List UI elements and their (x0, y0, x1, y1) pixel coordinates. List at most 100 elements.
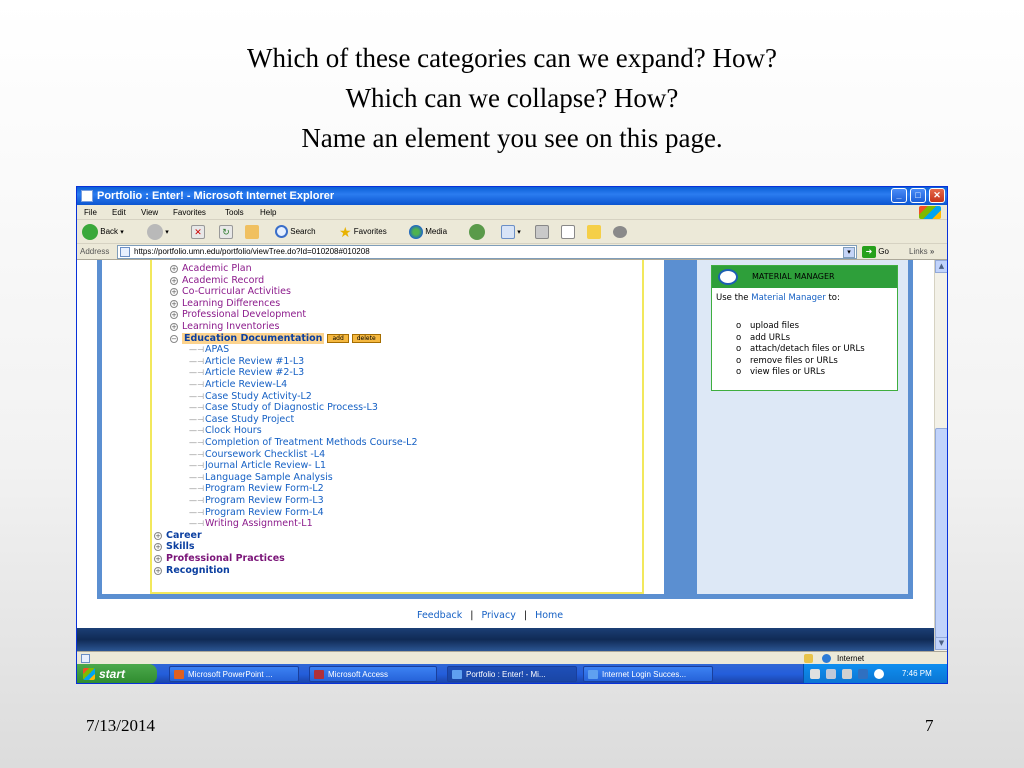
tree-category-expanded[interactable]: − Education Documentation add delete (170, 332, 381, 344)
tree-item-label[interactable]: Recognition (166, 565, 230, 576)
privacy-link[interactable]: Privacy (481, 610, 515, 621)
mail-button[interactable]: ▾ (501, 223, 521, 241)
tree-leaf[interactable]: —⊣Case Study Project (189, 414, 294, 425)
scroll-thumb[interactable] (935, 428, 947, 638)
task-powerpoint[interactable]: Microsoft PowerPoint ... (169, 666, 299, 682)
tree-category[interactable]: + Learning Inventories (170, 321, 279, 332)
tray-pen-icon[interactable] (810, 669, 820, 679)
home-button[interactable] (245, 223, 259, 241)
menu-edit[interactable]: Edit (112, 205, 126, 220)
tree-category[interactable]: + Recognition (154, 565, 230, 576)
tree-leaf[interactable]: —⊣Writing Assignment-L1 (189, 518, 313, 529)
task-portfolio[interactable]: Portfolio : Enter! - Mi... (447, 666, 577, 682)
feedback-link[interactable]: Feedback (417, 610, 462, 621)
tree-leaf[interactable]: —⊣Case Study Activity-L2 (189, 391, 312, 402)
tree-leaf-label[interactable]: Program Review Form-L2 (205, 483, 324, 494)
tree-leaf[interactable]: —⊣Program Review Form-L2 (189, 483, 324, 494)
tree-leaf-label[interactable]: Clock Hours (205, 425, 262, 436)
minimize-button[interactable]: _ (891, 188, 907, 203)
menu-tools[interactable]: Tools (225, 205, 244, 220)
tray-printer-icon[interactable] (842, 669, 852, 679)
address-input[interactable]: https://portfolio.umn.edu/portfolio/view… (117, 245, 857, 259)
tree-leaf[interactable]: —⊣Program Review Form-L3 (189, 495, 324, 506)
collapse-icon[interactable]: − (170, 334, 178, 343)
menu-file[interactable]: File (84, 205, 97, 220)
tree-item-label[interactable]: Career (166, 530, 202, 541)
tree-category[interactable]: + Professional Practices (154, 553, 285, 564)
stop-button[interactable]: ✕ (191, 223, 205, 241)
expand-icon[interactable]: + (154, 531, 162, 540)
tree-leaf[interactable]: —⊣Language Sample Analysis (189, 472, 333, 483)
tree-leaf[interactable]: —⊣Clock Hours (189, 425, 262, 436)
tree-leaf-label[interactable]: Completion of Treatment Methods Course-L… (205, 437, 418, 448)
tree-leaf[interactable]: —⊣Journal Article Review- L1 (189, 460, 326, 471)
expand-icon[interactable]: + (170, 288, 178, 297)
tree-item-label[interactable]: Learning Differences (182, 298, 280, 309)
task-internet-login[interactable]: Internet Login Succes... (583, 666, 713, 682)
maximize-button[interactable]: □ (910, 188, 926, 203)
tree-category[interactable]: + Academic Plan (170, 263, 252, 274)
tray-volume-icon[interactable] (874, 669, 884, 679)
refresh-button[interactable]: ↻ (219, 223, 233, 241)
tree-leaf[interactable]: —⊣Coursework Checklist -L4 (189, 449, 325, 460)
tree-leaf[interactable]: —⊣APAS (189, 344, 229, 355)
expand-icon[interactable]: + (154, 566, 162, 575)
go-button[interactable]: ➜ Go (862, 244, 889, 260)
tree-leaf-label[interactable]: Journal Article Review- L1 (205, 460, 326, 471)
expand-icon[interactable]: + (170, 265, 178, 273)
tree-leaf[interactable]: —⊣Article Review #1-L3 (189, 356, 304, 367)
expand-icon[interactable]: + (170, 299, 178, 308)
print-button[interactable] (535, 223, 549, 241)
tree-leaf-label[interactable]: Case Study Activity-L2 (205, 391, 312, 402)
tree-category[interactable]: + Professional Development (170, 309, 306, 320)
tree-leaf-label[interactable]: Writing Assignment-L1 (205, 518, 313, 529)
tree-category[interactable]: + Career (154, 530, 202, 541)
favorites-button[interactable]: ★ Favorites (339, 223, 387, 241)
close-button[interactable]: ✕ (929, 188, 945, 203)
menu-view[interactable]: View (141, 205, 158, 220)
expand-icon[interactable]: + (154, 555, 162, 563)
messenger-button[interactable] (613, 223, 627, 241)
tree-item-label[interactable]: Professional Practices (166, 553, 285, 564)
tree-category[interactable]: + Learning Differences (170, 298, 280, 309)
tree-leaf-label[interactable]: APAS (205, 344, 229, 355)
tree-leaf-label[interactable]: Article Review #1-L3 (205, 356, 304, 367)
vertical-scrollbar[interactable]: ▲ ▼ (934, 260, 947, 651)
title-bar[interactable]: Portfolio : Enter! - Microsoft Internet … (77, 187, 947, 205)
add-button[interactable]: add (327, 333, 349, 343)
home-link[interactable]: Home (535, 610, 563, 621)
menu-favorites[interactable]: Favorites (173, 205, 206, 220)
folder-button[interactable] (587, 223, 601, 241)
back-button[interactable]: Back ▾ (82, 223, 124, 241)
tree-item-label[interactable]: Co-Curricular Activities (182, 286, 291, 297)
tree-item-label[interactable]: Professional Development (182, 309, 306, 320)
tree-leaf-label[interactable]: Coursework Checklist -L4 (205, 449, 325, 460)
history-button[interactable] (469, 223, 485, 241)
tree-item-label[interactable]: Academic Record (182, 275, 264, 286)
tree-leaf-label[interactable]: Article Review-L4 (205, 379, 287, 390)
tree-leaf[interactable]: —⊣Article Review #2-L3 (189, 367, 304, 378)
tree-leaf[interactable]: —⊣Program Review Form-L4 (189, 507, 324, 518)
media-button[interactable]: Media (409, 223, 447, 241)
tray-help-icon[interactable] (858, 669, 868, 679)
tree-leaf[interactable]: —⊣Case Study of Diagnostic Process-L3 (189, 402, 378, 413)
tree-category[interactable]: + Skills (154, 541, 195, 552)
tree-category[interactable]: + Co-Curricular Activities (170, 286, 291, 297)
tree-leaf-label[interactable]: Language Sample Analysis (205, 472, 333, 483)
edit-button[interactable] (561, 223, 575, 241)
tree-leaf-label[interactable]: Program Review Form-L3 (205, 495, 324, 506)
expand-icon[interactable]: + (170, 311, 178, 320)
tree-leaf[interactable]: —⊣Article Review-L4 (189, 379, 287, 390)
scroll-up-icon[interactable]: ▲ (935, 260, 947, 273)
tree-item-label[interactable]: Learning Inventories (182, 321, 279, 332)
tree-leaf[interactable]: —⊣Completion of Treatment Methods Course… (189, 437, 418, 448)
menu-help[interactable]: Help (260, 205, 276, 220)
forward-button[interactable]: ▾ (147, 223, 169, 241)
tree-category[interactable]: + Academic Record (170, 275, 264, 286)
links-button[interactable]: Links » (909, 244, 934, 260)
tree-item-label[interactable]: Academic Plan (182, 263, 252, 274)
delete-button[interactable]: delete (351, 333, 381, 343)
tree-leaf-label[interactable]: Case Study Project (205, 414, 294, 425)
tree-leaf-label[interactable]: Program Review Form-L4 (205, 507, 324, 518)
expand-icon[interactable]: + (170, 323, 178, 331)
